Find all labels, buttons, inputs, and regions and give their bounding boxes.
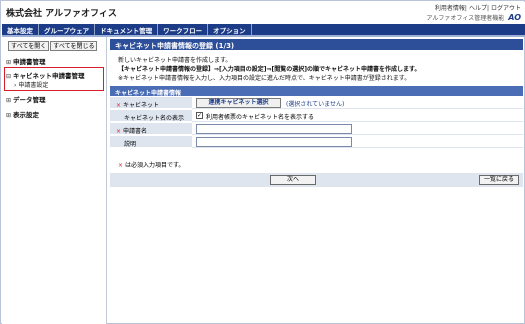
sidebar-item-label: 申請書設定 xyxy=(18,82,49,89)
action-bar: 次へ 一覧に戻る xyxy=(110,173,523,187)
system-name: アルファオフィス管理者機能 xyxy=(426,15,505,22)
user-info-link[interactable]: 利用者情報 xyxy=(435,5,465,12)
display-checkbox-label: 利用者帳票のキャビネット名を表示する xyxy=(206,114,315,121)
display-row: キャビネット名の表示 ✓ 利用者帳票のキャビネット名を表示する xyxy=(110,110,523,122)
description-input[interactable] xyxy=(196,137,352,147)
name-value xyxy=(192,123,523,135)
required-mark: × xyxy=(118,162,124,169)
open-all-button[interactable]: すべてを開く xyxy=(8,41,50,51)
expand-icon: ⊞ xyxy=(6,59,12,66)
description-row: 説明 xyxy=(110,136,523,148)
app-frame: 株式会社 アルファオフィス 利用者情報| ヘルプ| ログアウト アルファオフィス管理… xyxy=(0,0,525,324)
description-line-1: 新しいキャビネット申請書を作成します。 xyxy=(118,57,232,64)
required-note-text: は必須入力項目です。 xyxy=(125,162,185,169)
back-to-list-button[interactable]: 一覧に戻る xyxy=(479,175,519,185)
sidebar-item-label: 申請書管理 xyxy=(13,58,46,66)
required-mark: × xyxy=(116,102,122,109)
expand-icon: ⊞ xyxy=(6,112,12,119)
display-label: キャビネット名の表示 xyxy=(110,110,192,122)
description-value xyxy=(192,136,523,148)
description-line-2: 【キャビネット申請書情報の登録】⇒[入力項目の設定]⇒[閲覧の選択]の順でキャビ… xyxy=(118,66,421,73)
name-label: × 申請書名 xyxy=(110,123,192,135)
sidebar-item-data-management[interactable]: ⊞ データ管理 xyxy=(6,94,46,104)
cabinet-row: × キャビネット 連携キャビネット選択 (選択されていません) xyxy=(110,97,523,109)
section-header: キャビネット申請書情報 xyxy=(110,86,523,97)
top-links: 利用者情報| ヘルプ| ログアウト xyxy=(434,5,521,12)
cabinet-label: × キャビネット xyxy=(110,97,192,109)
sidebar-subitem-application-settings[interactable]: › 申請書設定 xyxy=(14,80,48,89)
cabinet-status: (選択されていません) xyxy=(286,101,345,108)
menu-groupware[interactable]: グループウェア xyxy=(39,24,96,35)
sidebar-buttons: すべてを開く すべてを閉じる xyxy=(8,41,98,51)
select-cabinet-button[interactable]: 連携キャビネット選択 xyxy=(196,98,281,108)
collapse-icon: ⊟ xyxy=(6,73,12,80)
sidebar-item-application-management[interactable]: ⊞ 申請書管理 xyxy=(6,56,46,66)
help-link[interactable]: ヘルプ xyxy=(469,5,487,12)
main-menu: 基本設定 グループウェア ドキュメント管理 ワークフロー オプション xyxy=(2,24,525,35)
sidebar-item-label: 表示設定 xyxy=(13,111,40,119)
name-row: × 申請書名 xyxy=(110,123,523,135)
field-label: キャビネット xyxy=(123,102,160,109)
menu-basic-settings[interactable]: 基本設定 xyxy=(2,24,39,35)
display-value: ✓ 利用者帳票のキャビネット名を表示する xyxy=(192,110,523,122)
sidebar-item-label: キャビネット申請書管理 xyxy=(13,72,85,80)
required-mark: × xyxy=(116,128,122,135)
application-name-input[interactable] xyxy=(196,124,352,134)
sidebar-item-display-settings[interactable]: ⊞ 表示設定 xyxy=(6,109,39,119)
main-content: キャビネット申請書情報の登録 (1/3) 新しいキャビネット申請書を作成します。… xyxy=(110,37,523,324)
required-note: × は必須入力項目です。 xyxy=(118,160,184,169)
sidebar-item-cabinet-application-management[interactable]: ⊟ キャビネット申請書管理 xyxy=(6,70,85,80)
top-bar: 株式会社 アルファオフィス 利用者情報| ヘルプ| ログアウト アルファオフィス管理… xyxy=(2,2,525,24)
close-all-button[interactable]: すべてを閉じる xyxy=(50,41,98,51)
menu-options[interactable]: オプション xyxy=(208,24,252,35)
display-checkbox[interactable]: ✓ xyxy=(196,112,203,119)
cabinet-value: 連携キャビネット選択 (選択されていません) xyxy=(192,97,523,109)
description-label: 説明 xyxy=(110,136,192,148)
page-title: キャビネット申請書情報の登録 (1/3) xyxy=(110,39,523,50)
sidebar-item-label: データ管理 xyxy=(13,96,46,104)
next-button[interactable]: 次へ xyxy=(270,175,316,185)
field-label: 申請書名 xyxy=(123,128,148,135)
logo: AO xyxy=(508,13,521,22)
logout-link[interactable]: ログアウト xyxy=(491,5,521,12)
menu-document-management[interactable]: ドキュメント管理 xyxy=(95,24,159,35)
sidebar: すべてを開く すべてを閉じる ⊞ 申請書管理 ⊟ キャビネット申請書管理 › 申請書設… xyxy=(2,37,107,324)
system-name-area: アルファオフィス管理者機能 AO xyxy=(426,13,521,22)
menu-workflow[interactable]: ワークフロー xyxy=(158,24,209,35)
description-line-3: ※キャビネット申請書情報を入力し、入力項目の設定に進んだ時点で、キャビネット申請… xyxy=(118,75,411,82)
expand-icon: ⊞ xyxy=(6,97,12,104)
company-name: 株式会社 アルファオフィス xyxy=(6,9,117,19)
